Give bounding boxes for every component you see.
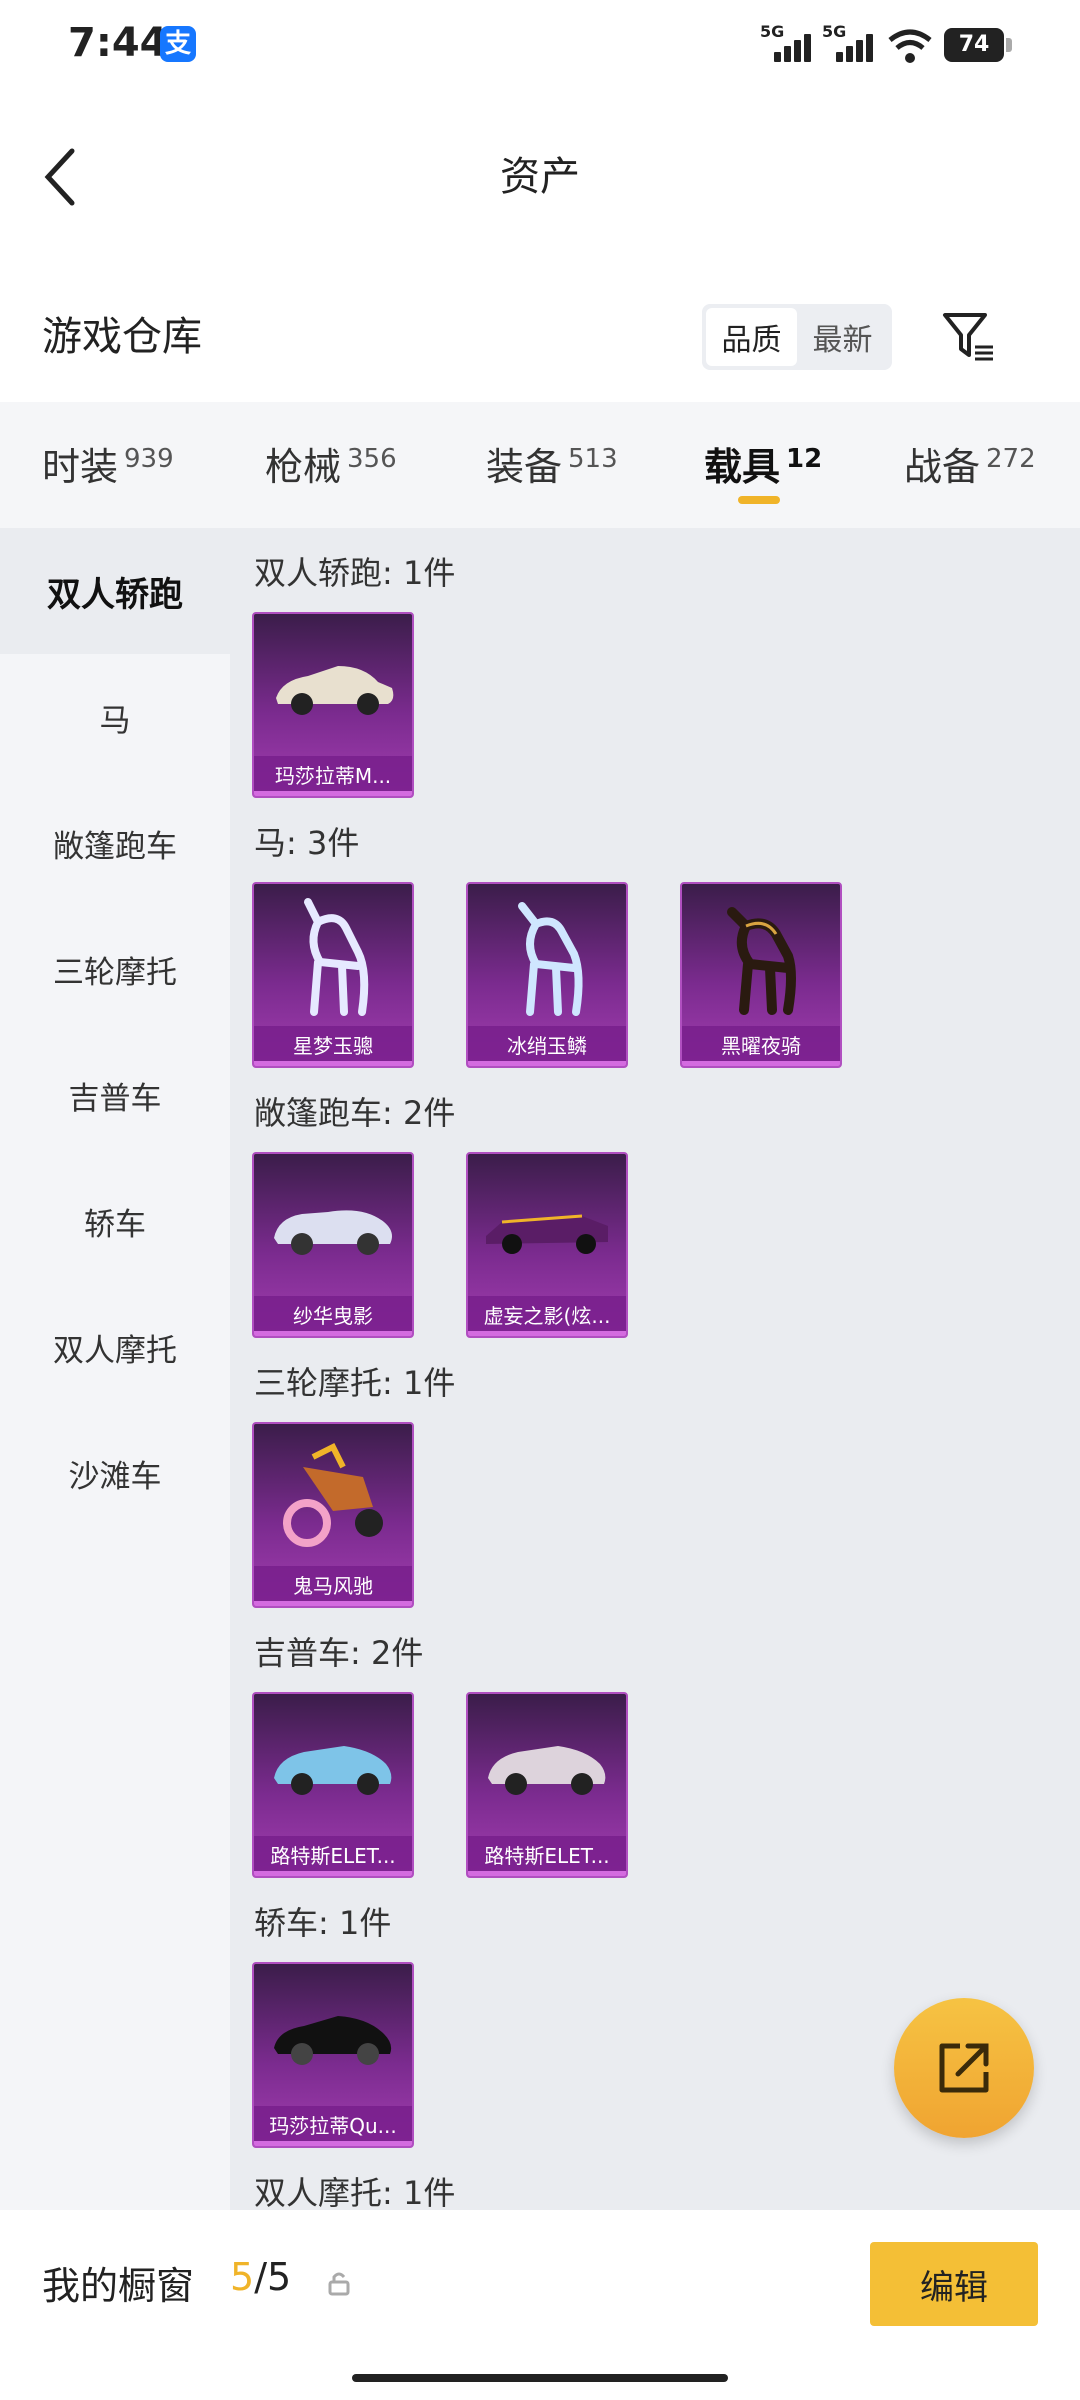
alipay-icon: 支 (160, 26, 196, 62)
horse-icon (518, 902, 583, 1016)
sidebar-item-convertible[interactable]: 敞篷跑车 (0, 780, 230, 906)
car-icon (488, 1746, 606, 1795)
horse-icon (727, 907, 796, 1015)
home-indicator[interactable] (352, 2374, 728, 2382)
sort-newest-button[interactable]: 最新 (797, 308, 888, 366)
group-title-trike: 三轮摩托: 1件 (254, 1364, 456, 1402)
sort-quality-button[interactable]: 品质 (706, 308, 797, 366)
edit-button[interactable]: 编辑 (870, 2242, 1038, 2326)
item-card[interactable]: 虚妄之影(炫... (466, 1152, 628, 1338)
item-name: 冰绡玉鳞 (468, 1026, 626, 1066)
item-card[interactable]: 玛莎拉蒂M... (252, 612, 414, 798)
sidebar-item-coupe[interactable]: 双人轿跑 (0, 528, 230, 654)
item-card[interactable]: 星梦玉骢 (252, 882, 414, 1068)
group-title-sedan: 轿车: 1件 (254, 1904, 392, 1942)
group-title-horse: 马: 3件 (254, 824, 360, 862)
sidebar-item-trike[interactable]: 三轮摩托 (0, 906, 230, 1032)
item-name: 玛莎拉蒂Qu... (254, 2106, 412, 2146)
page-title: 资产 (500, 154, 580, 200)
item-name: 黑曜夜骑 (682, 1026, 840, 1066)
showcase-label: 我的橱窗 (42, 2264, 195, 2308)
group-title-motorbike: 双人摩托: 1件 (254, 2174, 456, 2210)
item-card[interactable]: 路特斯ELET... (252, 1692, 414, 1878)
item-name: 星梦玉骢 (254, 1026, 412, 1066)
battery-icon: 74 (944, 28, 1012, 62)
item-name: 路特斯ELET... (254, 1836, 412, 1876)
item-card[interactable]: 黑曜夜骑 (680, 882, 842, 1068)
car-icon (486, 1214, 608, 1254)
group-title-jeep: 吉普车: 2件 (254, 1634, 424, 1672)
item-card[interactable]: 鬼马风驰 (252, 1422, 414, 1608)
category-tabs: 时装 939 枪械 356 装备 513 载具 12 战备 272 (0, 402, 1080, 528)
item-name: 纱华曳影 (254, 1296, 412, 1336)
item-card[interactable]: 路特斯ELET... (466, 1692, 628, 1878)
lock-icon (328, 2272, 350, 2296)
filter-icon (943, 313, 993, 361)
sidebar: 双人轿跑 马 敞篷跑车 三轮摩托 吉普车 轿车 双人摩托 沙滩车 (0, 528, 230, 2210)
tab-guns[interactable]: 枪械 356 (265, 436, 397, 496)
showcase-count: 5/5 (230, 2255, 292, 2299)
tab-supplies[interactable]: 战备 272 (904, 436, 1036, 496)
signal-icon: 5G (760, 22, 820, 62)
item-card[interactable]: 玛莎拉蒂Qu... (252, 1962, 414, 2148)
item-name: 虚妄之影(炫... (468, 1296, 626, 1336)
signal-icon-2: 5G (822, 22, 882, 62)
item-name: 鬼马风驰 (254, 1566, 412, 1606)
car-icon (276, 666, 394, 715)
filter-button[interactable] (938, 306, 1000, 368)
sidebar-item-sedan[interactable]: 轿车 (0, 1158, 230, 1284)
item-name: 玛莎拉蒂M... (254, 756, 412, 796)
item-name: 路特斯ELET... (468, 1836, 626, 1876)
car-icon (274, 1746, 392, 1795)
car-icon (274, 2016, 392, 2065)
group-title-coupe: 双人轿跑: 1件 (254, 554, 456, 592)
tab-fashion[interactable]: 时装 939 (42, 436, 174, 496)
warehouse-title: 游戏仓库 (42, 314, 202, 360)
vehicle-list: 双人轿跑: 1件 玛莎拉蒂M... 马: 3件 星梦玉骢 冰绡玉鳞 黑曜夜骑 敞… (230, 528, 1080, 2210)
horse-icon (304, 898, 369, 1016)
car-icon (274, 1210, 392, 1255)
sidebar-item-jeep[interactable]: 吉普车 (0, 1032, 230, 1158)
share-button[interactable] (894, 1998, 1034, 2138)
tab-equipment[interactable]: 装备 513 (486, 436, 618, 496)
status-bar: 7:44 支 5G 5G 74 (0, 0, 1080, 92)
group-title-convertible: 敞篷跑车: 2件 (254, 1094, 456, 1132)
trike-icon (283, 1442, 383, 1547)
item-card[interactable]: 冰绡玉鳞 (466, 882, 628, 1068)
sort-toggle: 品质 最新 (702, 304, 892, 370)
sidebar-item-buggy[interactable]: 沙滩车 (0, 1410, 230, 1536)
status-time: 7:44 (68, 20, 168, 66)
sidebar-item-motorbike[interactable]: 双人摩托 (0, 1284, 230, 1410)
share-icon (939, 2043, 989, 2093)
active-tab-indicator (738, 496, 780, 504)
sidebar-item-horse[interactable]: 马 (0, 654, 230, 780)
item-card[interactable]: 纱华曳影 (252, 1152, 414, 1338)
wifi-icon (888, 29, 932, 63)
tab-vehicles[interactable]: 载具 12 (704, 436, 822, 496)
